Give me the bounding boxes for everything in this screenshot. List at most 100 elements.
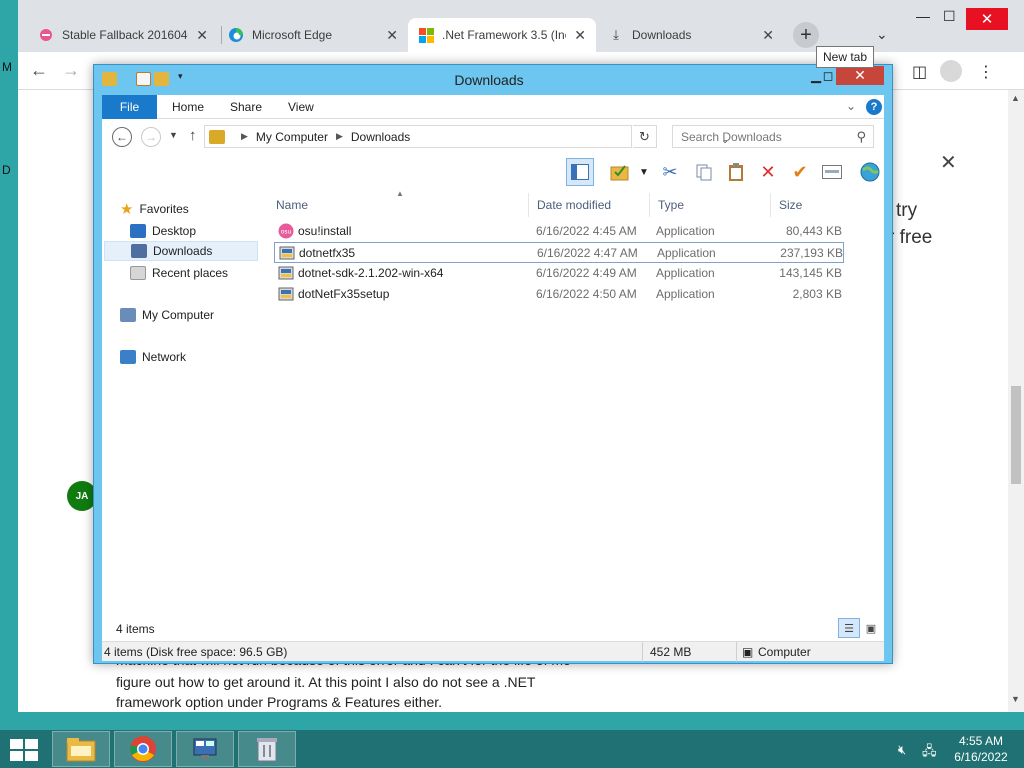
scroll-thumb[interactable] <box>1011 386 1021 484</box>
minimize-icon[interactable]: — <box>916 8 930 24</box>
details-view-icon[interactable]: ☰ <box>838 618 860 638</box>
cut-icon[interactable]: ✂ <box>656 158 684 186</box>
window-title: Downloads <box>454 72 524 88</box>
rename-check-icon[interactable]: ✔ <box>786 158 814 186</box>
file-size: 80,443 KB <box>785 224 842 238</box>
recent-places-icon <box>130 266 146 280</box>
chevron-right-icon[interactable]: ▶ <box>241 131 248 142</box>
column-header-type[interactable]: Type <box>650 193 770 217</box>
close-button[interactable]: ✕ <box>836 66 884 85</box>
more-menu-icon[interactable]: ⋮ <box>978 62 994 82</box>
nav-downloads[interactable]: Downloads <box>104 241 258 261</box>
volume-muted-icon[interactable]: 🔇︎ <box>898 742 906 758</box>
chrome-icon[interactable] <box>114 731 172 767</box>
browser-tab[interactable]: Stable Fallback 20160404 ✕ <box>28 18 218 52</box>
browser-tab[interactable]: ⤓ Downloads ✕ <box>598 18 784 52</box>
network-tray-icon[interactable]: 🖧︎ <box>922 742 937 764</box>
nav-recent-places[interactable]: Recent places <box>130 263 228 283</box>
layout-pane-icon[interactable] <box>566 158 594 186</box>
installer-icon <box>278 286 294 302</box>
chevron-down-icon[interactable]: ▼ <box>630 158 658 186</box>
file-name: osu!install <box>298 224 352 238</box>
item-count: 4 items <box>116 622 155 636</box>
expand-ribbon-icon[interactable]: ⌄ <box>846 99 856 113</box>
taskbar: 🔇︎ 🖧︎ 4:55 AM 6/16/2022 <box>0 730 1024 768</box>
system-clock[interactable]: 4:55 AM 6/16/2022 <box>948 733 1014 765</box>
file-row[interactable]: dotNetFx35setup 6/16/2022 4:50 AM Applic… <box>274 284 844 305</box>
nav-label: Desktop <box>152 224 197 238</box>
maximize-icon[interactable]: ☐ <box>943 8 956 25</box>
browser-tab[interactable]: Microsoft Edge ✕ <box>218 18 408 52</box>
close-icon[interactable]: ✕ <box>762 27 774 44</box>
dismiss-close-icon[interactable]: ✕ <box>940 150 957 175</box>
file-type: Application <box>656 287 715 301</box>
file-explorer-icon[interactable] <box>52 731 110 767</box>
scroll-down-icon[interactable]: ▼ <box>1011 694 1020 704</box>
recycle-bin-icon[interactable] <box>238 731 296 767</box>
column-header-size[interactable]: Size <box>771 193 861 217</box>
tab-title: .Net Framework 3.5 (Incl <box>442 28 567 42</box>
installer-icon <box>278 265 294 281</box>
edge-icon <box>228 27 244 43</box>
recent-locations-icon[interactable]: ▼ <box>169 130 178 140</box>
tab-view[interactable]: View <box>274 95 328 119</box>
column-header-name[interactable]: Name <box>268 193 528 217</box>
sidebar-toggle-icon[interactable]: ◫ <box>912 62 927 82</box>
browser-tab-active[interactable]: .Net Framework 3.5 (Incl ✕ <box>408 18 596 52</box>
large-icons-view-icon[interactable]: ▣ <box>860 618 882 638</box>
select-icon[interactable] <box>818 158 846 186</box>
profile-avatar-icon[interactable] <box>940 60 962 82</box>
back-arrow-icon[interactable]: ← <box>30 60 48 81</box>
navigation-pane: ★ Favorites Desktop Downloads Recent pla… <box>102 189 260 617</box>
back-arrow-icon[interactable]: ← <box>112 127 132 147</box>
control-panel-icon[interactable] <box>176 731 234 767</box>
nav-label: Recent places <box>152 266 229 280</box>
page-scrollbar[interactable]: ▲ ▼ <box>1008 90 1024 712</box>
close-icon[interactable]: ✕ <box>574 27 586 44</box>
tab-search-chevron-icon[interactable]: ⌄ <box>876 26 888 43</box>
file-name: dotNetFx35setup <box>298 287 390 301</box>
search-input[interactable]: Search Downloads ⚲ <box>672 125 874 148</box>
windows-start-icon[interactable] <box>10 739 38 761</box>
column-header-date[interactable]: Date modified <box>529 193 649 217</box>
forward-arrow-icon[interactable]: → <box>141 127 161 147</box>
browser-close-button[interactable]: ✕ <box>966 8 1008 30</box>
copy-icon[interactable] <box>690 158 718 186</box>
chevron-right-icon[interactable]: ▶ <box>336 131 343 142</box>
file-type: Application <box>656 266 715 280</box>
tab-file[interactable]: File <box>102 95 157 119</box>
scroll-up-icon[interactable]: ▲ <box>1011 93 1020 103</box>
tab-title: Stable Fallback 20160404 <box>62 28 189 42</box>
file-date: 6/16/2022 4:49 AM <box>536 266 637 280</box>
nav-network[interactable]: Network <box>120 347 186 367</box>
explorer-titlebar[interactable]: ▾ Downloads ▁ ◻ ✕ <box>94 65 892 95</box>
up-arrow-icon[interactable]: ↑ <box>189 127 197 144</box>
globe-icon[interactable] <box>856 158 884 186</box>
close-icon[interactable]: ✕ <box>196 27 208 44</box>
file-name: dotnetfx35 <box>299 246 356 260</box>
address-bar[interactable]: ▶ My Computer ▶ Downloads ⌄ <box>204 125 729 148</box>
tab-title: Microsoft Edge <box>252 28 333 42</box>
tab-title: Downloads <box>632 28 692 42</box>
tab-share[interactable]: Share <box>216 95 276 119</box>
breadcrumb-item[interactable]: Downloads <box>351 130 410 144</box>
close-icon[interactable]: ✕ <box>386 27 398 44</box>
file-row-selected[interactable]: dotnetfx35 6/16/2022 4:47 AM Application… <box>274 242 844 263</box>
nav-my-computer[interactable]: My Computer <box>120 305 214 325</box>
breadcrumb-item[interactable]: My Computer <box>256 130 328 144</box>
paste-icon[interactable] <box>722 158 750 186</box>
forward-arrow-icon[interactable]: → <box>62 60 80 81</box>
file-type: Application <box>656 224 715 238</box>
help-icon[interactable]: ? <box>866 99 882 115</box>
file-type: Application <box>657 246 716 260</box>
new-tab-button[interactable]: + <box>793 22 819 48</box>
nav-desktop[interactable]: Desktop <box>130 221 196 241</box>
nav-label: Network <box>142 350 187 364</box>
refresh-icon[interactable]: ↻ <box>633 125 657 148</box>
nav-favorites[interactable]: ★ Favorites <box>120 199 189 219</box>
delete-icon[interactable]: ✕ <box>754 158 782 186</box>
file-date: 6/16/2022 4:45 AM <box>536 224 637 238</box>
file-row[interactable]: osu osu!install 6/16/2022 4:45 AM Applic… <box>274 221 844 242</box>
file-row[interactable]: dotnet-sdk-2.1.202-win-x64 6/16/2022 4:4… <box>274 263 844 284</box>
tab-home[interactable]: Home <box>158 95 218 119</box>
